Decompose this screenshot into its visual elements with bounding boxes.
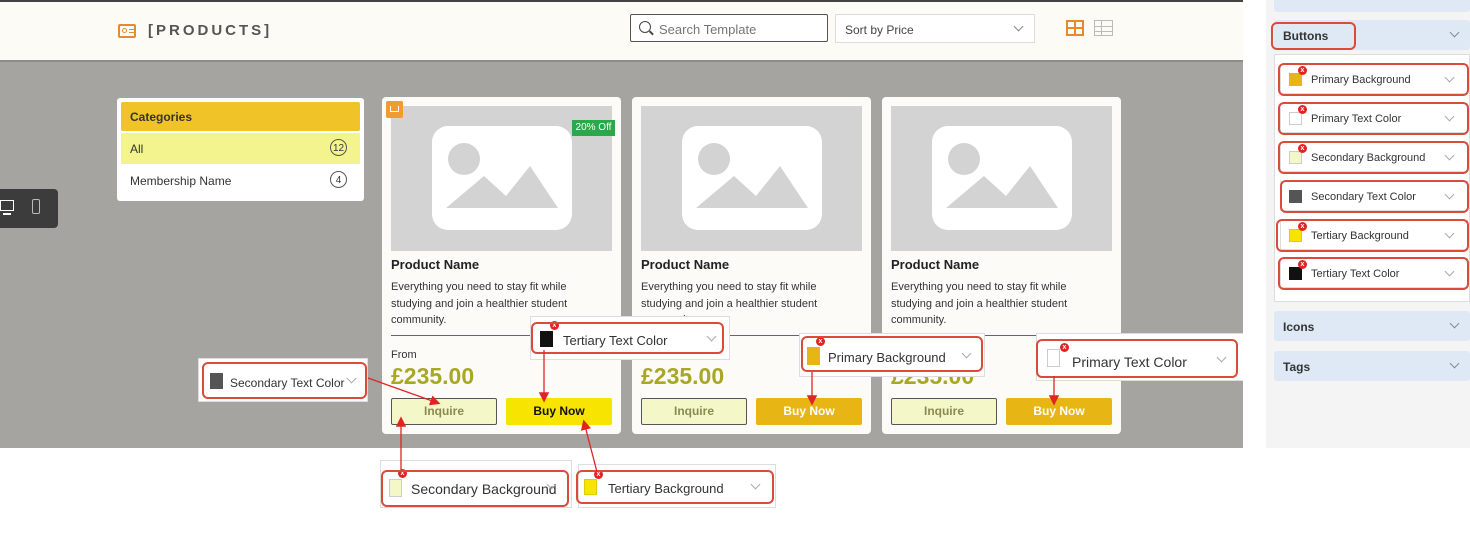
annotation-arrows: [367, 350, 1060, 473]
